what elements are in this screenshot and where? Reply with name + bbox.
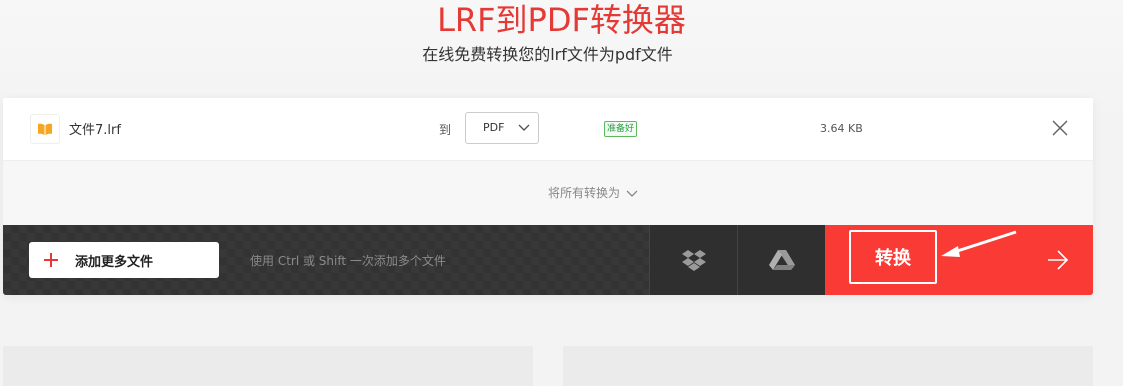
converter-card: 文件7.lrf 到 PDF 准备好 3.64 KB 将所有转换为 添加更多文件 …	[3, 98, 1093, 295]
format-select[interactable]: PDF	[465, 112, 539, 144]
file-row: 文件7.lrf 到 PDF 准备好 3.64 KB	[3, 98, 1093, 161]
plus-icon	[44, 253, 58, 267]
convert-all-label: 将所有转换为	[547, 186, 620, 200]
convert-button[interactable]: 转换	[849, 230, 937, 284]
convert-label: 转换	[875, 248, 911, 269]
page-subtitle: 在线免费转换您的lrf文件为pdf文件	[422, 45, 673, 64]
book-icon	[30, 114, 60, 144]
convert-all-row: 将所有转换为	[3, 161, 1093, 225]
status-badge: 准备好	[604, 121, 638, 137]
chevron-down-icon	[518, 124, 530, 131]
dropbox-icon	[682, 250, 706, 271]
close-icon	[1052, 120, 1068, 136]
remove-file-button[interactable]	[1050, 118, 1070, 138]
file-size: 3.64 KB	[820, 122, 863, 135]
chevron-down-icon	[626, 190, 638, 197]
info-card-right	[563, 346, 1093, 386]
multi-select-hint: 使用 Ctrl 或 Shift 一次添加多个文件	[250, 254, 446, 268]
action-bar: 添加更多文件 使用 Ctrl 或 Shift 一次添加多个文件 转换	[3, 225, 1093, 295]
google-drive-button[interactable]	[737, 225, 826, 295]
to-label: 到	[439, 123, 452, 137]
dropbox-button[interactable]	[649, 225, 738, 295]
page-title: LRF到PDF转换器	[437, 1, 686, 39]
add-more-files-button[interactable]: 添加更多文件	[29, 242, 219, 278]
annotation-arrow-icon	[941, 230, 1017, 257]
google-drive-icon	[769, 250, 795, 270]
info-card-left	[3, 346, 533, 386]
file-name: 文件7.lrf	[69, 123, 121, 138]
format-value: PDF	[483, 121, 505, 134]
convert-area: 转换	[825, 225, 1093, 295]
add-more-files-label: 添加更多文件	[75, 255, 154, 270]
convert-all-dropdown[interactable]: 将所有转换为	[3, 184, 1123, 201]
arrow-right-icon[interactable]	[1047, 250, 1069, 270]
